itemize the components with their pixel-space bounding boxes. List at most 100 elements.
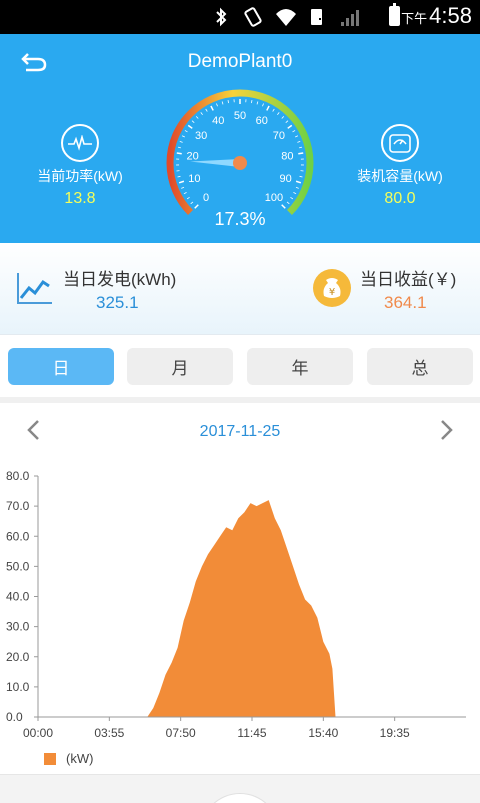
bottom-bar [0,774,480,803]
gauge-tick-label: 50 [234,110,246,122]
plant-title: DemoPlant0 [187,51,293,72]
x-tick-label: 07:50 [166,726,196,740]
tab-total[interactable]: 总 [367,348,473,385]
power-area-series [38,500,466,717]
signal-icon [338,6,360,28]
date-navigator: 2017-11-25 [0,406,480,456]
daily-revenue-value: 364.1 [384,293,427,312]
chart-legend: (kW) [44,751,93,766]
legend-label: (kW) [66,751,94,766]
status-bar: 下午4:58 [0,0,480,34]
gauge-tick [184,130,188,133]
gauge-tick-label: 30 [195,130,207,142]
x-tick-label: 11:45 [237,726,266,740]
current-power-block: 当前功率(kW) 13.8 [25,124,135,208]
x-tick-label: 19:35 [380,726,410,740]
next-date-button[interactable] [436,418,456,442]
money-bag-icon: ¥ [313,269,351,307]
time-prefix: 下午 [401,11,428,26]
gauge-tick-label: 100 [265,192,283,204]
x-tick-label: 00:00 [23,726,53,740]
wifi-icon [274,6,296,28]
gauge-tick [277,112,280,116]
gauge-tick [298,152,304,155]
tabs-divider [0,397,480,403]
y-tick-label: 20.0 [6,650,30,664]
vibrate-icon [242,6,264,28]
gauge-tick [293,192,297,195]
y-tick-label: 0.0 [6,710,23,724]
y-tick-label: 40.0 [6,590,30,604]
gauge-tick [272,108,275,112]
x-axis-ticks: 00:00 03:55 07:50 11:45 15:40 19:35 [23,717,410,740]
gauge-tick [191,120,195,123]
gauge-tick [187,124,193,129]
gauge-percent: 17.3% [214,209,266,229]
tab-day[interactable]: 日 [8,348,114,385]
meter-icon [381,124,419,162]
gauge-tick [200,112,203,116]
y-tick-label: 30.0 [6,620,30,634]
tab-month[interactable]: 月 [127,348,233,385]
x-tick-label: 03:55 [94,726,124,740]
gauge-tick [281,116,285,119]
current-power-value: 13.8 [64,190,96,207]
y-tick-label: 60.0 [6,529,30,543]
gauge-tick [181,135,185,138]
gauge-tick [186,196,190,200]
gauge-tick-label: 90 [280,173,292,185]
daily-revenue-label: 当日收益(￥) [360,270,457,289]
gauge-tick [290,196,294,200]
gauge-tick-label: 20 [186,150,198,162]
gauge-tick [287,124,293,129]
bottom-center-button[interactable] [200,793,280,803]
legend-swatch [44,752,56,765]
gauge-tick [227,100,229,104]
chevron-right-icon [441,420,453,440]
gauge-tick [183,192,187,195]
plant-header: DemoPlant0 当前功率(kW) 13.8 装机容量(kW) 80.0 0… [0,34,480,243]
status-icons [210,6,360,28]
gauge-tick [177,146,182,149]
bluetooth-icon [210,6,232,28]
current-date[interactable]: 2017-11-25 [0,423,480,441]
y-tick-label: 80.0 [6,469,30,483]
line-chart-icon [17,273,52,304]
gauge-tick-label: 40 [212,115,224,127]
y-tick-label: 50.0 [6,559,30,573]
gauge-tick [205,108,208,112]
gauge-tick [221,101,224,105]
gauge-hub [233,156,247,170]
gauge-tick [178,180,185,184]
sim-icon [306,6,328,28]
gauge-tick [292,130,296,133]
gauge-tick-label: 60 [256,115,268,127]
gauge-tick [266,105,270,111]
period-tabs: 日 月 年 总 [0,335,480,403]
gauge-tick-label: 70 [273,130,285,142]
gauge-tick [190,201,194,205]
capacity-label: 装机容量(kW) [357,168,443,184]
daily-generation-label: 当日发电(kWh) [63,270,177,289]
gauge-tick [281,204,286,209]
gauge-tick [195,116,199,119]
daily-generation-value: 325.1 [96,293,139,312]
status-time: 下午4:58 [401,3,472,29]
battery-icon [389,3,400,26]
tab-year[interactable]: 年 [247,348,353,385]
gauge-tick [262,103,264,107]
y-axis-ticks: 0.0 10.0 20.0 30.0 40.0 50.0 60.0 70.0 80.0 [6,469,38,724]
gauge-tick [295,135,299,138]
gauge-tick [181,186,185,189]
y-tick-label: 10.0 [6,680,30,694]
x-tick-label: 15:40 [308,726,338,740]
gauge-tick [194,204,199,209]
gauge-tick [179,140,183,143]
gauge-tick [298,146,303,149]
gauge-tick [216,103,218,107]
gauge-tick [295,186,299,189]
daily-summary: 当日发电(kWh) 325.1 ¥ 当日收益(￥) 364.1 [0,243,480,335]
current-power-label: 当前功率(kW) [37,168,123,184]
capacity-value: 80.0 [384,190,416,207]
gauge-tick [177,175,181,178]
